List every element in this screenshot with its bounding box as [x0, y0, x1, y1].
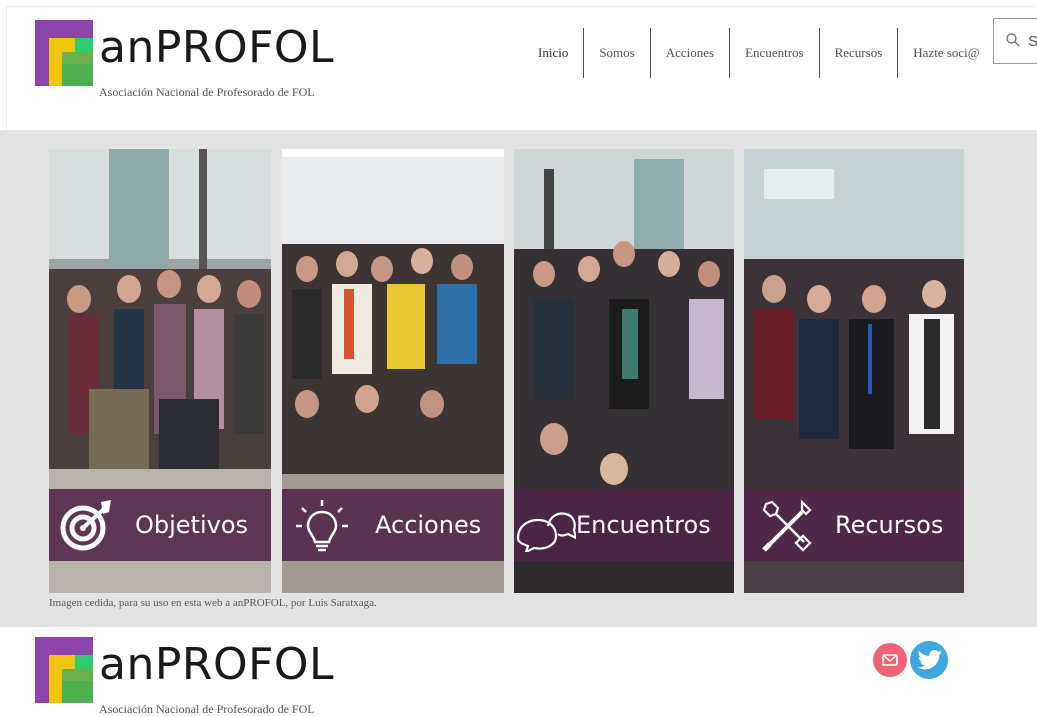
search-box[interactable]	[993, 18, 1037, 64]
mail-icon[interactable]	[873, 643, 907, 677]
image-credit: Imagen cedida, para su uso en esta web a…	[49, 597, 377, 609]
panel-banner: Recursos	[744, 489, 964, 561]
logo-name: anPROFOL	[99, 22, 335, 73]
site-header: anPROFOL Asociación Nacional de Profesor…	[0, 0, 1037, 130]
panel-banner: Encuentros	[514, 489, 734, 561]
panel-label: Objetivos	[135, 511, 249, 539]
site-footer: anPROFOL Asociación Nacional de Profesor…	[0, 627, 1037, 717]
footer-logo[interactable]: anPROFOL Asociación Nacional de Profesor…	[35, 637, 335, 717]
nav-inicio[interactable]: Inicio	[528, 28, 583, 78]
nav-encuentros[interactable]: Encuentros	[729, 28, 818, 78]
nav-acciones[interactable]: Acciones	[649, 28, 729, 78]
panel-encuentros[interactable]: Encuentros	[514, 149, 734, 593]
chat-bubbles-icon	[516, 512, 576, 552]
nav-hazte-socio[interactable]: Hazte soci@	[897, 28, 994, 78]
panel-label: Encuentros	[576, 511, 711, 539]
lightbulb-icon	[296, 500, 348, 552]
tools-icon	[762, 499, 812, 552]
panel-label: Acciones	[375, 511, 482, 539]
target-icon	[60, 500, 111, 551]
panel-objetivos[interactable]: Objetivos	[49, 149, 271, 593]
search-input[interactable]	[1028, 31, 1037, 51]
twitter-icon[interactable]	[910, 641, 948, 679]
nav-somos[interactable]: Somos	[583, 28, 649, 78]
panel-banner: Objetivos	[49, 489, 271, 561]
hero-section: Objetivos Acciones Encuentros Recursos I…	[0, 130, 1037, 627]
logo-subtitle: Asociación Nacional de Profesorado de FO…	[99, 85, 315, 99]
search-icon	[1006, 33, 1020, 47]
panel-label: Recursos	[835, 511, 944, 539]
panel-banner: Acciones	[282, 489, 504, 561]
panel-recursos[interactable]: Recursos	[744, 149, 964, 593]
logo-mark-icon	[35, 20, 93, 86]
panel-acciones[interactable]: Acciones	[282, 149, 504, 593]
logo-name: anPROFOL	[99, 639, 335, 690]
site-logo[interactable]: anPROFOL Asociación Nacional de Profesor…	[35, 20, 335, 110]
logo-mark-icon	[35, 637, 93, 703]
logo-subtitle: Asociación Nacional de Profesorado de FO…	[99, 702, 315, 716]
nav-recursos[interactable]: Recursos	[818, 28, 898, 78]
main-nav: Inicio Somos Acciones Encuentros Recurso…	[528, 28, 995, 78]
